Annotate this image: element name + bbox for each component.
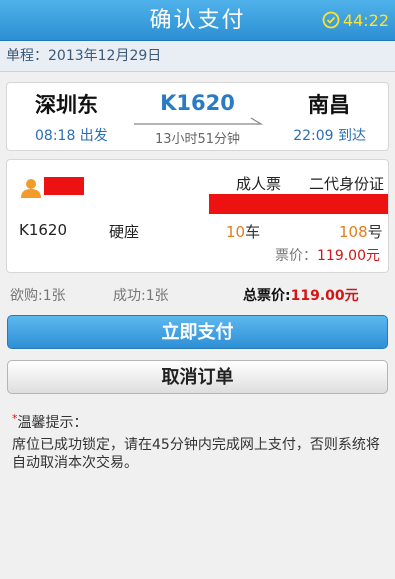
total-price-label: 总票价: xyxy=(243,288,291,304)
cancel-order-button[interactable]: 取消订单 xyxy=(7,360,388,394)
seat-unit: 号 xyxy=(367,223,383,241)
seat-number: 108号 xyxy=(339,221,383,242)
want-count: 欲购:1张 xyxy=(10,288,66,304)
order-summary: 欲购:1张 成功:1张 总票价:119.00元 xyxy=(10,285,385,305)
tips-title: 温馨提示： xyxy=(17,415,88,431)
clock-icon xyxy=(322,11,340,29)
countdown-timer: 44:22 xyxy=(322,10,389,30)
arrive-time: 22:09 到达 xyxy=(293,128,366,144)
trip-card: 深圳东 08:18 出发 K1620 13小时51分钟 南昌 22:09 到达 xyxy=(6,82,389,151)
success-count: 成功:1张 xyxy=(113,288,169,304)
ticket-price: 票价：119.00元 xyxy=(275,245,380,265)
total-price-value: 119.00元 xyxy=(290,288,359,304)
id-type: 二代身份证 xyxy=(309,175,385,193)
app-header: 确认支付 44:22 xyxy=(0,0,395,41)
pay-now-button[interactable]: 立即支付 xyxy=(7,315,388,349)
tips-body: 席位已成功锁定，请在45分钟内完成网上支付，否则系统将自动取消本次交易。 xyxy=(12,437,380,471)
to-station: 南昌 xyxy=(308,93,350,117)
redacted-id-number xyxy=(209,194,388,214)
car-number-value: 10 xyxy=(226,223,246,241)
timer-value: 44:22 xyxy=(342,10,389,30)
tips-heading: *温馨提示： xyxy=(12,412,385,432)
tips-section: *温馨提示： 席位已成功锁定，请在45分钟内完成网上支付，否则系统将自动取消本次… xyxy=(12,412,385,472)
trip-date: 单程：2013年12月29日 xyxy=(0,41,395,72)
total-price: 总票价:119.00元 xyxy=(243,285,359,305)
ticket-type: 成人票 xyxy=(236,175,282,193)
car-number: 10车 xyxy=(226,221,260,242)
passenger-train-number: K1620 xyxy=(19,221,68,239)
redacted-name xyxy=(44,177,84,195)
seat-number-value: 108 xyxy=(339,223,368,241)
arrow-right-icon xyxy=(134,117,264,125)
car-unit: 车 xyxy=(245,223,261,241)
price-label: 票价： xyxy=(275,248,317,264)
seat-class: 硬座 xyxy=(109,223,140,241)
passenger-card: 成人票 二代身份证 K1620 硬座 10车 108号 票价：119.00元 xyxy=(6,159,389,273)
price-value: 119.00元 xyxy=(317,248,380,264)
person-icon xyxy=(21,179,41,198)
